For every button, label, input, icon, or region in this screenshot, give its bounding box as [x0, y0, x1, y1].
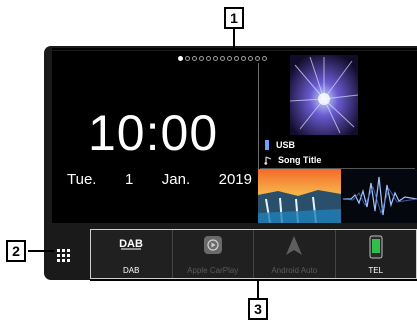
page-dot: [192, 55, 197, 61]
song-title-row[interactable]: Song Title: [264, 152, 414, 168]
svg-text:DAB: DAB: [119, 238, 143, 250]
media-source[interactable]: USB: [264, 137, 414, 153]
callout-1-bracket: [52, 48, 417, 50]
clock-weekday: Tue.: [67, 171, 97, 188]
dock-item-tel[interactable]: TEL: [336, 230, 417, 278]
song-title: Song Title: [278, 155, 322, 165]
page-dot: [241, 55, 246, 61]
callout-3-bracket: [90, 279, 417, 281]
dock-label-dab: DAB: [123, 266, 140, 275]
carplay-icon: [203, 236, 222, 254]
menu-button[interactable]: [45, 238, 83, 274]
shortcut-dock: DAB DAB Apple CarPlay Android Auto TEL: [90, 229, 417, 279]
page-dot: [199, 55, 204, 61]
callout-1: 1: [224, 7, 244, 29]
page-dot: [255, 55, 260, 61]
page-indicator[interactable]: [178, 55, 272, 61]
page-dot: [213, 55, 218, 61]
visualizer-thumbnail[interactable]: [343, 169, 417, 223]
page-dot: [185, 55, 190, 61]
dock-label-tel: TEL: [368, 266, 384, 275]
music-note-icon: [264, 155, 272, 165]
page-dot: [227, 55, 232, 61]
android-auto-icon: [286, 236, 303, 255]
callout-3-leader: [257, 281, 259, 298]
dock-label-android-auto: Android Auto: [271, 266, 318, 275]
home-screen: 10:00 Tue. 1 Jan. 2019 USB Song Title: [52, 51, 417, 223]
usb-icon: [265, 140, 269, 150]
page-dot: [220, 55, 225, 61]
clock-year: 2019: [218, 171, 252, 188]
photo-thumbnail[interactable]: [258, 169, 341, 223]
clock-day: 1: [124, 171, 134, 188]
dab-icon: DAB: [119, 238, 143, 250]
dock-item-apple-carplay[interactable]: Apple CarPlay: [173, 230, 254, 278]
page-dot: [206, 55, 211, 61]
page-dot-active: [178, 55, 183, 61]
page-dot: [234, 55, 239, 61]
callout-1-leader: [233, 29, 235, 49]
dock-item-dab[interactable]: DAB DAB: [91, 230, 172, 278]
clock-month: Jan.: [161, 171, 191, 188]
page-dot: [262, 55, 267, 61]
clock-date: Tue. 1 Jan. 2019: [67, 171, 252, 188]
clock-time: 10:00: [88, 105, 219, 161]
dock-label-apple-carplay: Apple CarPlay: [187, 266, 239, 275]
phone-icon: [369, 235, 383, 259]
page-dot: [248, 55, 253, 61]
dock-item-android-auto[interactable]: Android Auto: [254, 230, 335, 278]
grid-menu-icon: [57, 249, 70, 262]
callout-3: 3: [248, 298, 268, 320]
media-source-label: USB: [276, 140, 296, 150]
callout-2-leader: [28, 250, 54, 252]
clock-widget[interactable]: 10:00 Tue. 1 Jan. 2019: [52, 63, 257, 221]
album-art-image[interactable]: [290, 55, 358, 135]
callout-2: 2: [6, 240, 26, 262]
